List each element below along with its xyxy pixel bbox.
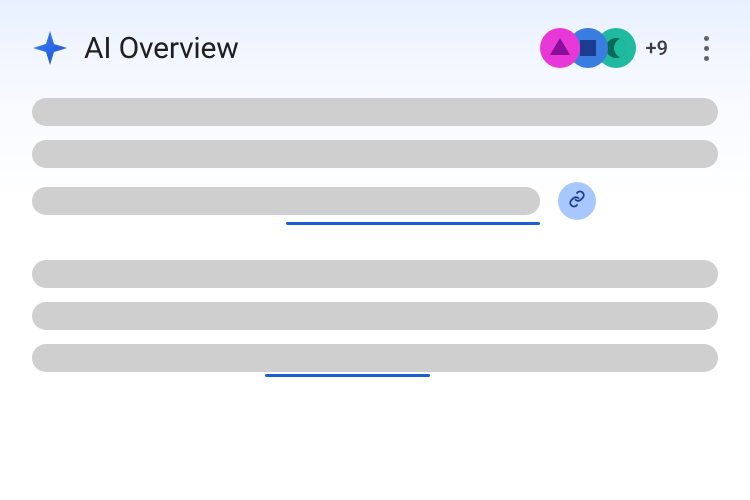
source-link-button[interactable]	[558, 182, 596, 220]
link-underline	[286, 222, 540, 225]
more-menu-button[interactable]	[694, 36, 718, 61]
text-placeholder	[32, 260, 718, 288]
link-underline	[265, 374, 430, 377]
text-placeholder	[32, 187, 540, 215]
skeleton-line	[32, 260, 718, 288]
page-title: AI Overview	[84, 31, 239, 66]
text-placeholder	[32, 302, 718, 330]
text-placeholder	[32, 140, 718, 168]
avatar-stack[interactable]: +9	[540, 28, 668, 68]
header: AI Overview +9	[0, 0, 750, 88]
skeleton-line	[32, 182, 718, 220]
text-placeholder	[32, 344, 718, 372]
triangle-icon	[550, 38, 570, 55]
paragraph	[32, 98, 718, 220]
skeleton-line	[32, 140, 718, 168]
paragraph	[32, 260, 718, 372]
content-area	[0, 88, 750, 372]
square-icon	[580, 40, 596, 56]
kebab-dot-icon	[704, 36, 709, 41]
moon-icon	[606, 38, 626, 58]
link-icon	[568, 190, 586, 212]
kebab-dot-icon	[704, 46, 709, 51]
text-placeholder	[32, 98, 718, 126]
avatar[interactable]	[540, 28, 580, 68]
skeleton-line	[32, 98, 718, 126]
avatar-overflow-count[interactable]: +9	[646, 36, 668, 60]
kebab-dot-icon	[704, 56, 709, 61]
skeleton-line	[32, 344, 718, 372]
skeleton-line	[32, 302, 718, 330]
sparkle-icon	[32, 30, 68, 66]
